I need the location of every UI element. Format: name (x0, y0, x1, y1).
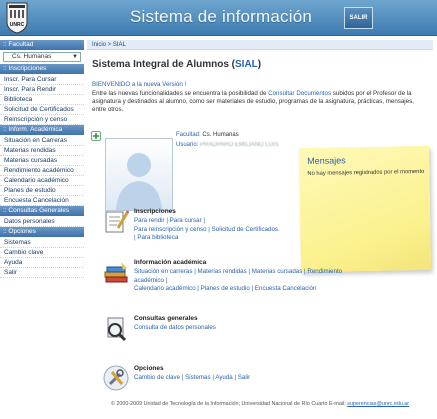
user-silhouette-icon (116, 153, 162, 210)
link-ayuda[interactable]: Ayuda (215, 374, 232, 381)
sidebar-item-rendidas[interactable]: Materias rendidas (0, 146, 84, 156)
breadcrumb: Inicio > SIAL (87, 40, 433, 50)
sidebar-item-sistemas[interactable]: Sistemas (0, 238, 84, 248)
section-links-opciones: Cambio de clave | Sistemas | Ayuda | Sal… (134, 374, 251, 381)
intro-text-before: Entre las nuevas funcionalidades se encu… (92, 90, 269, 97)
footer-text: © 2000-2009 Unidad de Tecnología de la I… (110, 401, 348, 407)
sidebar-item-datos-personales[interactable]: Datos personales (0, 217, 84, 227)
sidebar-header-opciones: :: Opciones (0, 227, 84, 237)
app-header: UNRC Sistema de información SALIR (0, 0, 437, 36)
messages-note: Mensajes No hay mensajes registrados por… (298, 145, 432, 273)
search-documents-icon (107, 317, 127, 342)
profile-info: Facultad: Cs. Humanas Usuario: PRADPARO … (176, 130, 279, 150)
link-reinscripcion[interactable]: Para reinscripción y censo (134, 226, 207, 233)
main-content: Inicio > SIAL Sistema Integral de Alumno… (87, 40, 433, 416)
sidebar-item-calendario[interactable]: Calendario académico (0, 176, 84, 186)
sidebar-item-reinscripcion[interactable]: Reinscripción y censo (0, 115, 84, 125)
link-cambio-clave[interactable]: Cambio de clave (134, 374, 180, 381)
footer: © 2000-2009 Unidad de Tecnología de la I… (87, 401, 433, 407)
sidebar-item-rendimiento[interactable]: Rendimiento académico (0, 166, 84, 176)
sidebar-item-situacion[interactable]: Situación en Carreras (0, 136, 84, 146)
consultar-documentos-link[interactable]: Consultar Documentos (268, 90, 331, 97)
section-title-opciones: Opciones (134, 365, 164, 372)
usuario-label: Usuario: (176, 142, 199, 148)
link-sistemas[interactable]: Sistemas (185, 374, 210, 381)
link-salir[interactable]: Salir (238, 374, 250, 381)
sidebar-item-biblioteca[interactable]: Biblioteca (0, 95, 84, 105)
sidebar-item-salir[interactable]: Salir (0, 268, 84, 278)
messages-text: No hay mensajes registrados por el momen… (307, 168, 425, 177)
link-certificados[interactable]: Solicitud de Certificados. (212, 226, 280, 233)
svg-text:UNRC: UNRC (10, 22, 25, 28)
notepad-pencil-icon (105, 210, 130, 233)
breadcrumb-current: SIAL (112, 42, 126, 48)
link-biblioteca[interactable]: Para biblioteca (137, 234, 178, 241)
link-planes[interactable]: Planes de estudio (201, 285, 250, 292)
link-calendario[interactable]: Calendario académico (134, 285, 196, 292)
sidebar-item-certificados[interactable]: Solicitud de Certificados (0, 105, 84, 115)
avatar (105, 138, 173, 211)
section-links-academica: Situación en carreras | Materias rendida… (134, 268, 343, 292)
sidebar-item-encuesta[interactable]: Encuesta Cancelación (0, 196, 84, 206)
facultad-label: Facultad: (176, 132, 201, 138)
link-situacion-carreras[interactable]: Situación en carreras (134, 268, 192, 275)
sidebar-header-inscripciones: :: Inscripciones (0, 64, 84, 74)
unrc-logo: UNRC (6, 2, 28, 34)
intro-paragraph: Entre las nuevas funcionalidades se encu… (92, 90, 422, 114)
section-title-inscripciones: Inscripciones (134, 208, 176, 215)
facultad-select[interactable]: Cs. Humanas ▼ (3, 52, 81, 62)
chevron-down-icon: ▼ (72, 54, 78, 60)
link-para-cursar[interactable]: Para cursar (170, 217, 202, 224)
messages-title: Mensajes (307, 155, 346, 167)
link-datos-personales[interactable]: Consulta de datos personales (134, 324, 216, 331)
facultad-value: Cs. Humanas (202, 132, 239, 138)
breadcrumb-home-link[interactable]: Inicio (92, 42, 106, 48)
section-title-consultas: Consultas generales (134, 315, 198, 322)
section-links-consultas: Consulta de datos personales (134, 324, 359, 333)
sidebar-header-academica: :: Inform. Académica (0, 125, 84, 135)
app-title: Sistema de información (130, 7, 313, 26)
page-title-accent: SIAL (235, 59, 258, 70)
welcome-text: BIENVENIDO a la nueva Versión ! (92, 81, 187, 88)
section-title-academica: Información académica (134, 259, 207, 266)
tools-icon (103, 365, 129, 391)
sidebar-header-facultad: :: Facultad (0, 40, 84, 50)
sidebar-item-planes[interactable]: Planes de estudio (0, 186, 84, 196)
link-materias-cursadas[interactable]: Materias cursadas (252, 268, 303, 275)
sidebar-item-inscr-cursar[interactable]: Inscr. Para Cursar (0, 75, 84, 85)
sidebar-header-consultas: :: Consultas Generales (0, 206, 84, 216)
sidebar-item-ayuda[interactable]: Ayuda (0, 258, 84, 268)
page-title: Sistema Integral de Alumnos (SIAL) (92, 59, 261, 70)
breadcrumb-separator: > (106, 42, 113, 48)
page-title-suffix: ) (257, 59, 262, 70)
link-para-rendir[interactable]: Para rendir (134, 217, 165, 224)
footer-email-link[interactable]: superencias@unrc.edu.ar (347, 401, 409, 407)
usuario-value: PRADPARO EMILIANO LUIS (200, 142, 279, 148)
add-photo-icon[interactable] (91, 131, 101, 141)
link-encuesta[interactable]: Encuesta Cancelación (255, 285, 317, 292)
logout-button[interactable]: SALIR (344, 7, 373, 29)
page-title-prefix: Sistema Integral de Alumnos ( (92, 59, 235, 70)
sidebar: :: Facultad Cs. Humanas ▼ :: Inscripcion… (0, 40, 84, 419)
books-icon (104, 262, 128, 283)
facultad-selected-value: Cs. Humanas (12, 53, 52, 60)
link-materias-rendidas[interactable]: Materias rendidas (198, 268, 247, 275)
sidebar-item-cambio-clave[interactable]: Cambio clave (0, 248, 84, 258)
sidebar-item-inscr-rendir[interactable]: Inscr. Para Rendir (0, 85, 84, 95)
sidebar-item-cursadas[interactable]: Materias cursadas (0, 156, 84, 166)
section-links-inscripciones: Para rendir | Para cursar | Para reinscr… (134, 217, 280, 241)
